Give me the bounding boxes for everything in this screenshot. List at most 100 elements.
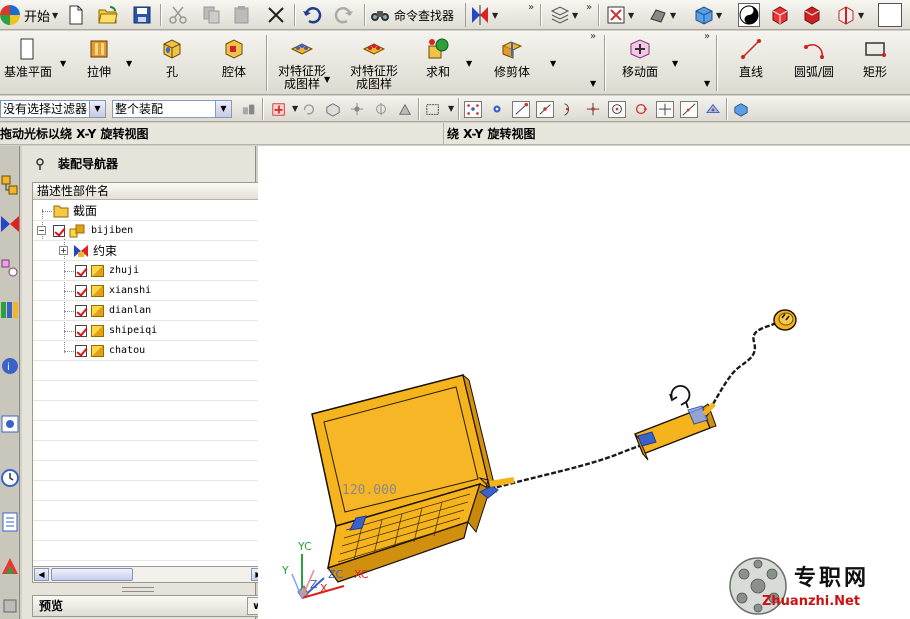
snap-point-toggle-icon[interactable] [464,101,482,118]
plug-chatou[interactable] [773,309,797,331]
chevron-down-icon[interactable]: ▼ [215,101,231,117]
preview-section[interactable]: 预览 ∨ [32,595,268,617]
pattern-feature-button-1[interactable]: 对特征形 成图样 [272,35,332,91]
control-point-snap-icon[interactable] [560,101,578,118]
tree-node-part[interactable]: zhuji [33,261,267,281]
paste-button[interactable] [232,3,252,27]
scroll-left-icon[interactable]: ◀ [34,568,49,581]
datum-plane-button[interactable]: 基准平面 [0,35,56,91]
visibility-checkbox[interactable] [53,225,65,237]
chevron-down-icon[interactable]: ▼ [292,104,298,113]
toolbar-overflow-icon[interactable]: » [586,2,592,13]
arc-circle-button[interactable]: 圆弧/圆 [788,35,840,91]
select-body-icon[interactable] [324,101,342,118]
palette-tab-icon[interactable] [0,552,20,580]
toolbar-overflow-icon[interactable]: » [590,31,596,42]
start-menu-button[interactable]: 开始 ▼ [0,3,64,27]
expand-icon[interactable]: + [59,246,68,255]
type-filter-combo[interactable]: 没有选择过滤器 ▼ [0,100,106,118]
visualization-button-1[interactable] [770,3,790,27]
visibility-checkbox[interactable] [75,325,87,337]
chevron-down-icon[interactable]: ▼ [590,79,596,88]
clock-tab-icon[interactable] [0,464,20,492]
tree-node-root-assembly[interactable]: − bijiben [33,221,267,241]
snap-settings-icon[interactable] [488,101,506,118]
arc-center-snap-icon[interactable] [608,101,626,118]
visibility-checkbox[interactable] [75,345,87,357]
web-browser-tab-icon[interactable]: i [0,352,20,380]
select-feature-icon[interactable] [270,101,288,118]
full-screen-button[interactable] [878,3,902,27]
line-button[interactable]: 直线 [728,35,774,91]
horizontal-scrollbar[interactable]: ◀ ▶ [32,566,268,583]
chevron-down-icon[interactable]: ▼ [60,59,66,68]
background-toggle-button[interactable] [738,3,760,27]
show-hide-button[interactable]: ▼ [470,3,498,27]
chevron-down-icon[interactable]: ▼ [704,79,710,88]
fit-view-button[interactable]: ▼ [606,3,634,27]
panel-splitter[interactable] [122,587,154,592]
assembly-navigator-tab-icon[interactable] [0,172,20,200]
visibility-checkbox[interactable] [75,305,87,317]
chevron-down-icon[interactable]: ▼ [324,75,330,84]
move-face-button[interactable]: 移动面 [614,35,666,91]
selection-scope-combo[interactable]: 整个装配 ▼ [112,100,232,118]
tree-node-part[interactable]: shipeiqi [33,321,267,341]
visibility-checkbox[interactable] [75,265,87,277]
chevron-down-icon[interactable]: ▼ [466,59,472,68]
tree-node-sections[interactable]: 截面 [33,201,267,221]
extrude-button[interactable]: 拉伸 [76,35,122,91]
tree-node-constraints[interactable]: + 约束 [33,241,267,261]
roles-tab-icon[interactable] [0,508,20,536]
tree-node-part[interactable]: dianlan [33,301,267,321]
hole-button[interactable]: 孔 [150,35,194,91]
intersection-snap-icon[interactable] [584,101,602,118]
chevron-down-icon[interactable]: ▼ [672,59,678,68]
new-file-button[interactable] [66,3,86,27]
point-on-curve-snap-icon[interactable] [680,101,698,118]
rectangle-select-icon[interactable] [424,101,442,118]
render-style-button[interactable]: ▼ [648,3,676,27]
scroll-thumb[interactable] [51,568,133,581]
collapse-icon[interactable]: − [37,226,46,235]
pocket-button[interactable]: 腔体 [212,35,256,91]
reuse-library-tab-icon[interactable] [0,296,20,324]
rectangle-button[interactable]: 矩形 [852,35,898,91]
cut-button[interactable] [168,3,188,27]
visualization-button-2[interactable] [802,3,822,27]
toolbar-overflow-icon[interactable]: » [528,2,534,13]
quadrant-snap-icon[interactable] [632,101,650,118]
column-header-part-name[interactable]: 描述性部件名 [33,183,267,200]
unite-button[interactable]: 求和 [416,35,460,91]
delete-button[interactable] [266,3,286,27]
undo-button[interactable] [302,3,322,27]
graphics-window[interactable]: 120.000 YC ZC XC Y Z X [258,146,910,619]
select-curve-icon[interactable] [372,101,390,118]
select-point-icon[interactable] [348,101,366,118]
point-on-face-snap-icon[interactable] [704,101,722,118]
pattern-feature-button-2[interactable]: 对特征形 成图样 [344,35,404,91]
chevron-down-icon[interactable]: ▼ [550,59,556,68]
endpoint-snap-icon[interactable] [512,101,530,118]
part-navigator-tab-icon[interactable] [0,254,20,282]
tree-node-part[interactable]: chatou [33,341,267,361]
history-tab-icon[interactable] [0,410,20,438]
command-finder-button[interactable]: 命令查找器 [370,3,466,27]
existing-point-snap-icon[interactable] [656,101,674,118]
chevron-down-icon[interactable]: ▼ [89,101,105,117]
trim-body-button[interactable]: 修剪体 [484,35,540,91]
tree-node-part[interactable]: xianshi [33,281,267,301]
open-file-button[interactable] [98,3,118,27]
visualization-button-3[interactable]: ▼ [836,3,864,27]
undo-selection-icon[interactable] [300,101,318,118]
chevron-down-icon[interactable]: ▼ [448,104,454,113]
cable-chatou[interactable] [704,320,779,417]
save-button[interactable] [132,3,152,27]
system-materials-tab-icon[interactable] [0,592,20,619]
copy-button[interactable] [202,3,222,27]
orient-view-button[interactable]: ▼ [694,3,722,27]
layer-settings-button[interactable]: ▼ [550,3,578,27]
select-face-icon[interactable] [396,101,414,118]
midpoint-snap-icon[interactable] [536,101,554,118]
model-viewport[interactable]: 120.000 YC ZC XC Y Z X [258,146,910,619]
